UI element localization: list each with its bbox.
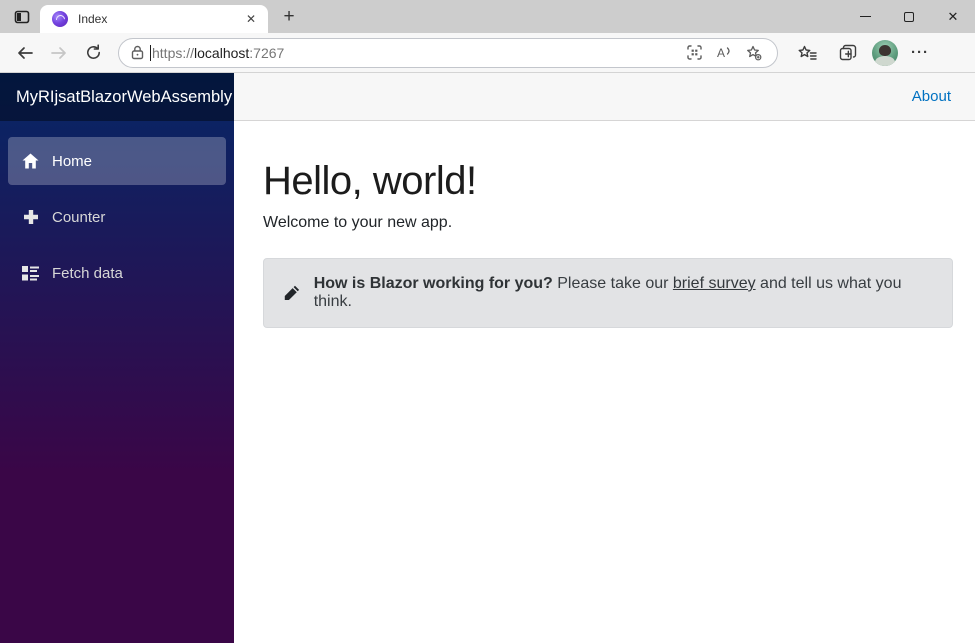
tab-layout-icon [14, 10, 30, 23]
app-brand[interactable]: MyRIjsatBlazorWebAssembly [0, 73, 234, 121]
favorites-hub-icon [798, 45, 817, 60]
sidebar-item-label: Fetch data [52, 264, 123, 282]
read-aloud-button[interactable]: A [711, 40, 737, 66]
blazor-favicon-icon [52, 11, 68, 27]
url-host: localhost [194, 44, 250, 61]
main-top-row: About [234, 73, 975, 121]
favorites-hub-button[interactable] [790, 37, 824, 69]
home-icon [22, 153, 39, 170]
sidebar: MyRIjsatBlazorWebAssembly Home Counter F… [0, 73, 234, 643]
welcome-text: Welcome to your new app. [263, 214, 453, 231]
window-maximize-button[interactable] [887, 0, 931, 33]
url-port: :7267 [249, 44, 285, 61]
survey-text: How is Blazor working for you? Please ta… [314, 275, 932, 311]
install-app-button[interactable] [681, 40, 707, 66]
lock-icon [131, 45, 144, 60]
sidebar-item-fetch-data[interactable]: Fetch data [8, 249, 226, 297]
maximize-icon [904, 11, 914, 22]
browser-toolbar: https://localhost:7267 A ··· [0, 33, 975, 73]
toolbar-right: ··· [790, 37, 935, 69]
sidebar-item-label: Counter [52, 208, 106, 226]
plus-icon [22, 209, 39, 226]
forward-button[interactable] [42, 37, 76, 69]
install-app-icon [686, 45, 702, 60]
address-bar[interactable]: https://localhost:7267 A [118, 37, 778, 68]
page-content: Hello, world! Welcome to your new app. H… [234, 121, 975, 328]
main-area: About Hello, world! Welcome to your new … [234, 73, 975, 643]
brief-survey-link[interactable]: brief survey [673, 275, 756, 292]
collections-button[interactable] [831, 37, 865, 69]
favorites-star-icon [747, 45, 762, 60]
app-brand-label: MyRIjsatBlazorWebAssembly [16, 87, 233, 106]
new-tab-button[interactable]: + [276, 4, 302, 30]
browser-tab-strip: Index ✕ + ✕ [0, 0, 975, 33]
url-text: https://localhost:7267 [152, 45, 284, 61]
survey-alert: How is Blazor working for you? Please ta… [263, 258, 953, 328]
window-controls: ✕ [843, 0, 975, 33]
back-button[interactable] [8, 37, 42, 69]
back-arrow-icon [18, 46, 33, 59]
page-title: Hello, world! [263, 159, 477, 203]
tab-close-icon[interactable]: ✕ [242, 10, 260, 28]
app-viewport: MyRIjsatBlazorWebAssembly Home Counter F… [0, 73, 975, 643]
sidebar-item-counter[interactable]: Counter [8, 193, 226, 241]
collections-icon [839, 44, 857, 61]
survey-pre-link: Please take our [552, 275, 673, 292]
url-scheme: https:// [152, 44, 195, 61]
minimize-icon [859, 16, 871, 17]
list-rich-icon [22, 265, 39, 282]
refresh-button[interactable] [76, 37, 110, 69]
sidebar-item-home[interactable]: Home [8, 137, 226, 185]
tab-title: Index [78, 12, 108, 26]
window-close-button[interactable]: ✕ [931, 0, 975, 33]
read-aloud-icon: A [717, 46, 730, 60]
survey-bold: How is Blazor working for you? [313, 275, 553, 292]
favorites-add-button[interactable] [741, 40, 767, 66]
text-caret [150, 44, 151, 61]
tab-layout-button[interactable] [9, 4, 35, 30]
browser-tab-index[interactable]: Index ✕ [40, 5, 268, 33]
sidebar-nav: Home Counter Fetch data [0, 121, 234, 297]
about-link[interactable]: About [912, 88, 951, 105]
close-icon: ✕ [947, 9, 959, 24]
refresh-icon [86, 44, 100, 59]
profile-avatar[interactable] [872, 39, 898, 66]
browser-menu-button[interactable]: ··· [905, 38, 935, 68]
address-bar-icons: A [681, 40, 767, 66]
svg-text:A: A [717, 46, 725, 60]
window-minimize-button[interactable] [843, 0, 887, 33]
pencil-icon [284, 285, 300, 301]
forward-arrow-icon [51, 46, 66, 59]
sidebar-item-label: Home [52, 152, 93, 170]
